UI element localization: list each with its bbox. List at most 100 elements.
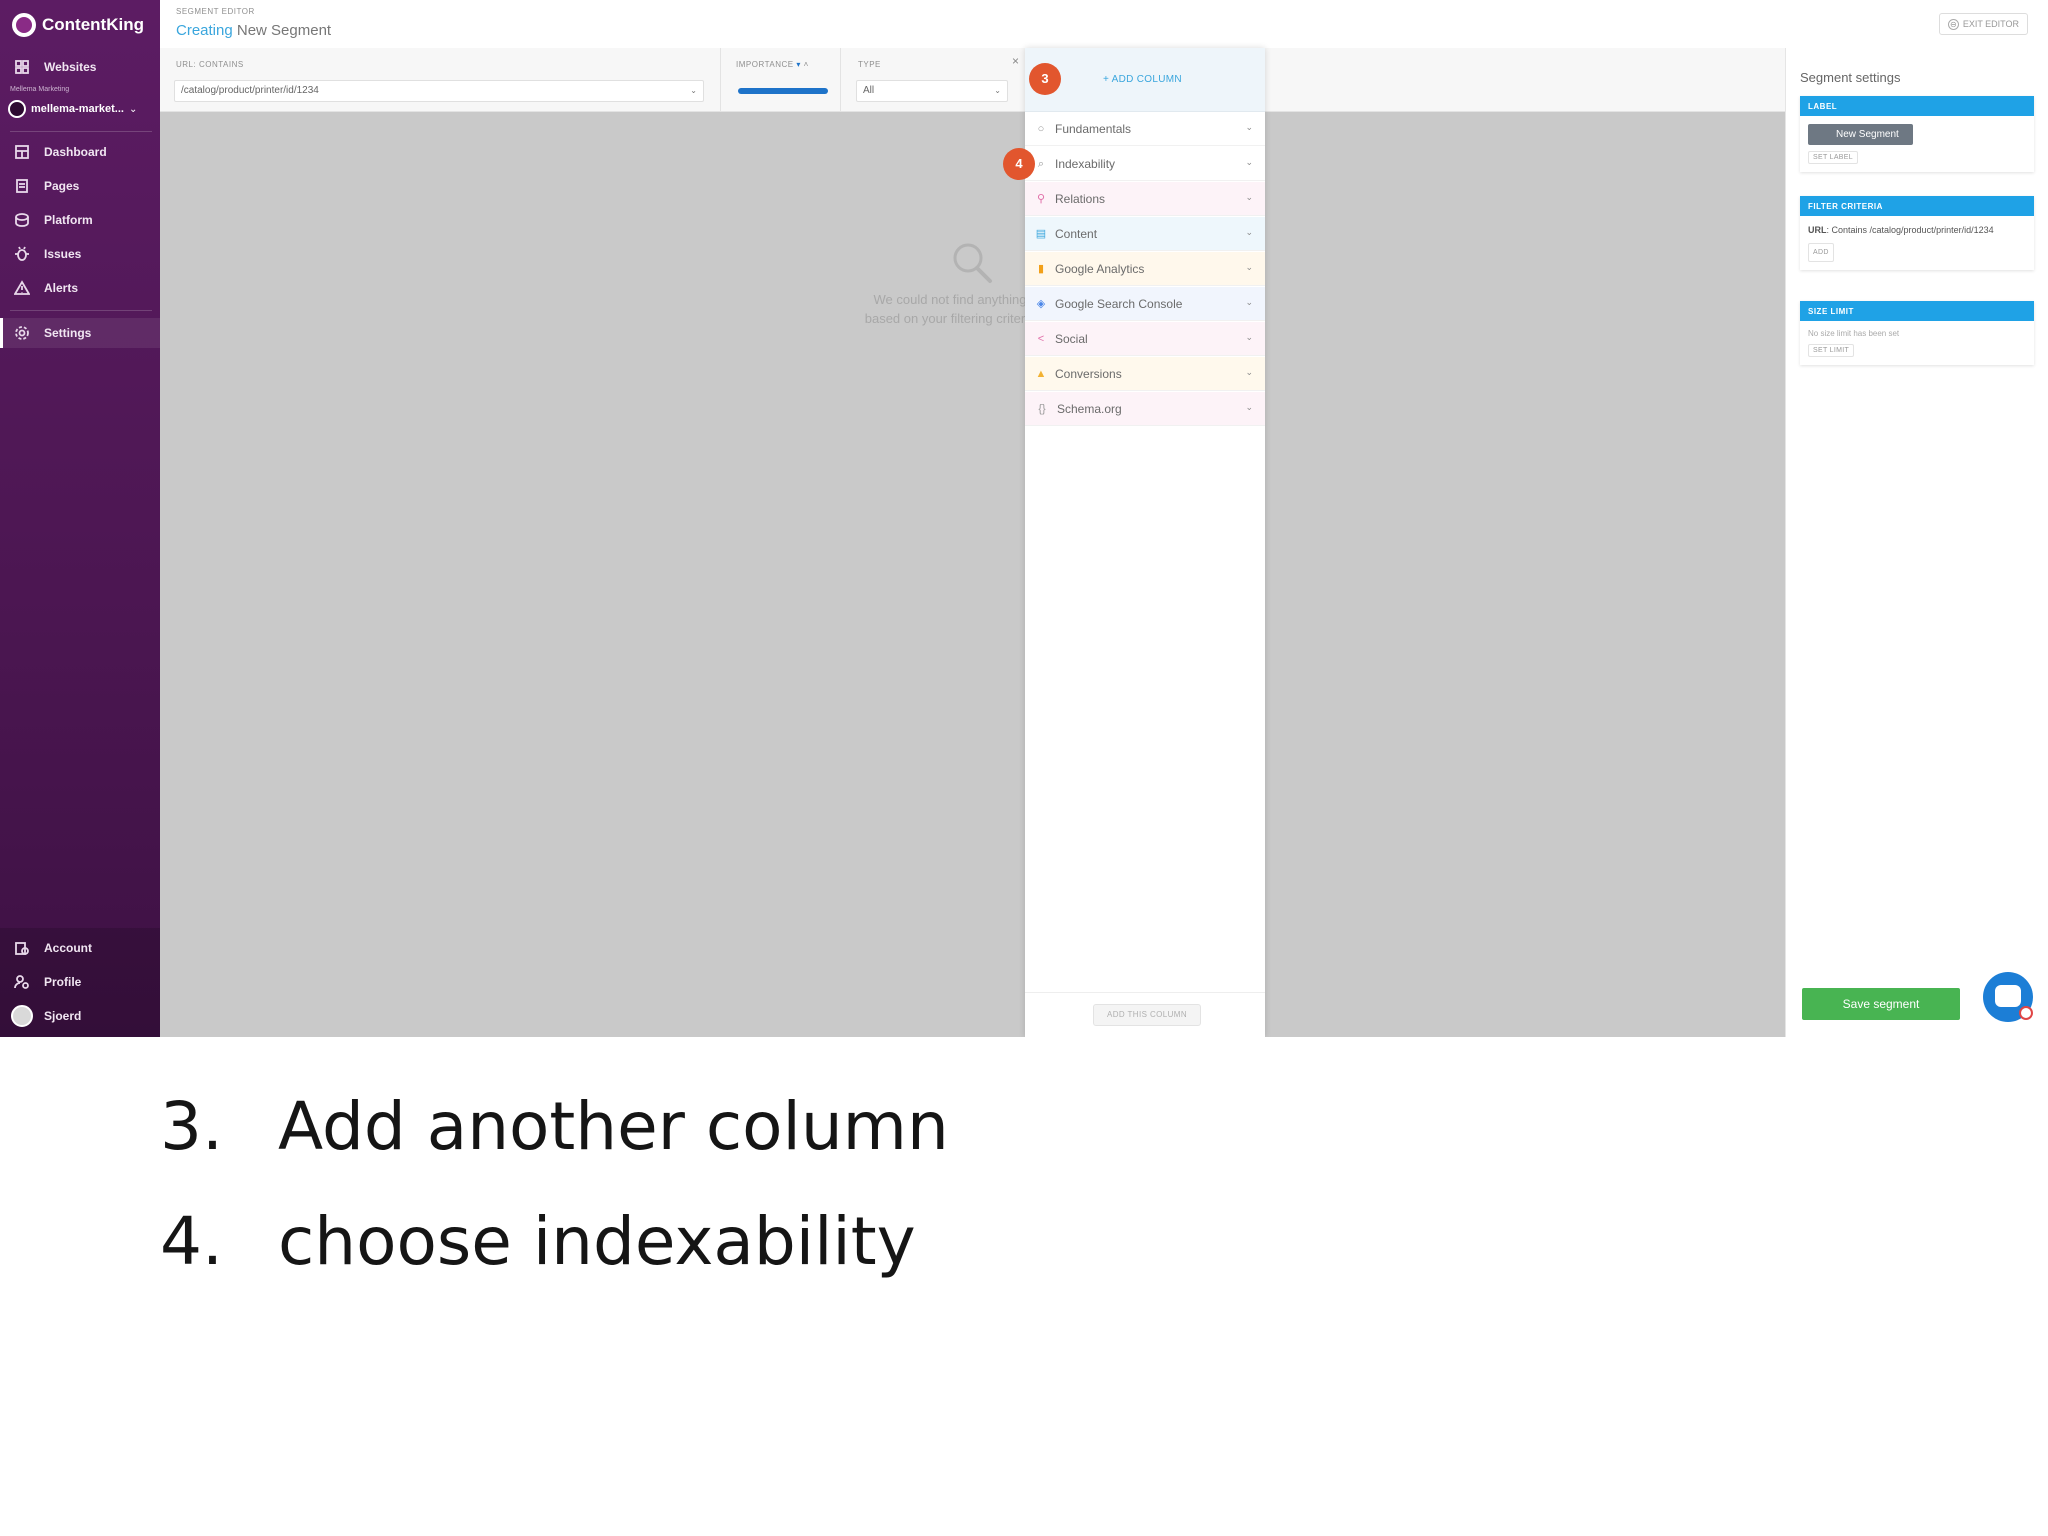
criteria-text: URL: Contains /catalog/product/printer/i…	[1808, 225, 1994, 235]
content-icon: ▤	[1035, 227, 1047, 240]
category-google-search-console[interactable]: ◈ Google Search Console ⌄	[1025, 287, 1265, 321]
category-relations[interactable]: ⚲ Relations ⌄	[1025, 182, 1265, 216]
braces-icon: {}	[1038, 402, 1046, 415]
sidebar-item-label: Platform	[44, 213, 93, 227]
category-social[interactable]: < Social ⌄	[1025, 322, 1265, 356]
dashboard-icon	[15, 145, 29, 159]
account-avatar	[8, 100, 26, 118]
sidebar-item-user[interactable]: Sjoerd	[0, 1001, 160, 1031]
editor-header: SEGMENT EDITOR Creating New Segment ⊖ EX…	[160, 0, 2048, 48]
card-header: SIZE LIMIT	[1800, 301, 2034, 321]
account-hint: Mellema Marketing	[10, 86, 70, 93]
chevron-down-icon: ⌄	[1245, 402, 1253, 412]
chevron-down-icon: ⌄	[1245, 367, 1253, 377]
category-schema-org[interactable]: {} Schema.org ⌄	[1025, 392, 1265, 426]
profile-icon	[14, 975, 29, 989]
url-filter-input[interactable]: /catalog/product/printer/id/1234 ⌄	[174, 80, 704, 102]
segment-settings-panel: Segment settings LABEL New Segment SET L…	[1785, 48, 2048, 1037]
sidebar-item-profile[interactable]: Profile	[0, 967, 160, 997]
header-strip	[1265, 48, 1785, 112]
add-column-footer: ADD THIS COLUMN	[1025, 992, 1265, 1037]
chevron-down-icon: ⌄	[1245, 332, 1253, 342]
panel-title: Segment settings	[1800, 70, 1901, 85]
category-indexability[interactable]: ⌕ Indexability ⌄	[1025, 147, 1265, 181]
app-screenshot: ContentKing Websites Mellema Marketing m…	[0, 0, 2048, 1037]
exit-editor-button[interactable]: ⊖ EXIT EDITOR	[1938, 13, 2028, 35]
sidebar-item-label: Account	[44, 941, 92, 955]
sidebar-item-account[interactable]: Account	[0, 933, 160, 963]
sidebar-item-label: Alerts	[44, 281, 79, 295]
sidebar-item-label: Dashboard	[44, 145, 107, 159]
chevron-down-icon: ⌄	[994, 86, 1001, 95]
set-label-button[interactable]: SET LABEL	[1808, 151, 1858, 164]
sidebar-item-settings[interactable]: Settings	[0, 318, 160, 348]
add-column-link[interactable]: + ADD COLUMN	[1103, 74, 1182, 85]
sidebar-item-websites[interactable]: Websites	[0, 52, 160, 82]
account-name: mellema-market...	[31, 103, 124, 115]
step-marker-4: 4	[1003, 148, 1035, 180]
sidebar-item-issues[interactable]: Issues	[0, 239, 160, 269]
category-fundamentals[interactable]: ○ Fundamentals ⌄	[1025, 112, 1265, 146]
importance-column: IMPORTANCE ▾ ˄	[720, 48, 840, 112]
caption-step-4: 4. choose indexability	[160, 1203, 916, 1280]
importance-slider[interactable]	[738, 88, 828, 94]
conversions-icon: ▲	[1035, 367, 1047, 380]
divider	[10, 310, 152, 311]
sidebar-item-platform[interactable]: Platform	[0, 205, 160, 235]
add-this-column-button[interactable]: ADD THIS COLUMN	[1093, 1004, 1201, 1026]
gear-icon	[15, 326, 29, 340]
category-google-analytics[interactable]: ▮ Google Analytics ⌄	[1025, 252, 1265, 286]
caption-text: choose indexability	[278, 1203, 916, 1280]
category-label: Schema.org	[1057, 401, 1122, 416]
caption-number: 4.	[160, 1203, 223, 1280]
exit-editor-label: EXIT EDITOR	[1962, 19, 2019, 29]
save-segment-button[interactable]: Save segment	[1802, 988, 1960, 1020]
search-console-icon: ◈	[1036, 297, 1046, 310]
account-selector[interactable]: mellema-market... ⌄	[8, 98, 154, 120]
divider	[10, 131, 152, 132]
editor-label: SEGMENT EDITOR	[176, 7, 255, 16]
chevron-down-icon: ⌄	[128, 103, 138, 115]
add-column-panel: + ADD COLUMN ○ Fundamentals ⌄ ⌕ Indexabi…	[1025, 48, 1265, 1037]
set-limit-button[interactable]: SET LIMIT	[1808, 344, 1855, 357]
account-icon	[15, 942, 29, 955]
caption-step-3: 3. Add another column	[160, 1088, 949, 1165]
chat-icon[interactable]	[1983, 972, 2033, 1022]
brand[interactable]: ContentKing	[12, 12, 144, 38]
brand-name: ContentKing	[42, 15, 144, 34]
caption-number: 3.	[160, 1088, 223, 1165]
chevron-down-icon: ⌄	[1245, 122, 1253, 132]
sidebar-item-pages[interactable]: Pages	[0, 171, 160, 201]
url-filter-header: URL: CONTAINS	[176, 60, 244, 69]
user-avatar	[11, 1005, 33, 1027]
size-limit-text: No size limit has been set	[1808, 329, 1900, 338]
url-filter-value: /catalog/product/printer/id/1234	[181, 85, 319, 96]
category-content[interactable]: ▤ Content ⌄	[1025, 217, 1265, 251]
chevron-down-icon: ⌄	[1245, 157, 1253, 167]
category-conversions[interactable]: ▲ Conversions ⌄	[1025, 357, 1265, 391]
sidebar-item-alerts[interactable]: Alerts	[0, 273, 160, 303]
category-label: Relations	[1055, 191, 1106, 206]
chevron-down-icon: ⌄	[1245, 227, 1253, 237]
exit-icon: ⊖	[1947, 18, 1959, 30]
url-filter-column: URL: CONTAINS /catalog/product/printer/i…	[160, 48, 720, 112]
chevron-down-icon: ⌄	[1245, 192, 1253, 202]
search-icon	[953, 243, 992, 283]
sidebar-bottom: Account Profile Sjoerd	[0, 928, 160, 1037]
sidebar-item-label: Issues	[44, 247, 82, 261]
step-marker-3: 3	[1029, 63, 1061, 95]
sidebar-item-label: Sjoerd	[44, 1009, 82, 1023]
platform-icon	[15, 213, 29, 227]
fundamentals-icon: ○	[1037, 122, 1045, 135]
type-value: All	[863, 85, 875, 96]
category-label: Conversions	[1055, 366, 1122, 381]
filter-bar: URL: CONTAINS /catalog/product/printer/i…	[160, 48, 1025, 112]
sidebar-item-dashboard[interactable]: Dashboard	[0, 137, 160, 167]
relations-icon: ⚲	[1036, 192, 1046, 205]
bug-icon	[15, 246, 29, 261]
close-icon[interactable]: ×	[1012, 54, 1019, 68]
add-criteria-button[interactable]: ADD	[1808, 243, 1834, 262]
size-limit-card: SIZE LIMIT No size limit has been set SE…	[1800, 301, 2034, 365]
type-select[interactable]: All ⌄	[856, 80, 1008, 102]
segment-label-pill: New Segment	[1808, 124, 1913, 145]
